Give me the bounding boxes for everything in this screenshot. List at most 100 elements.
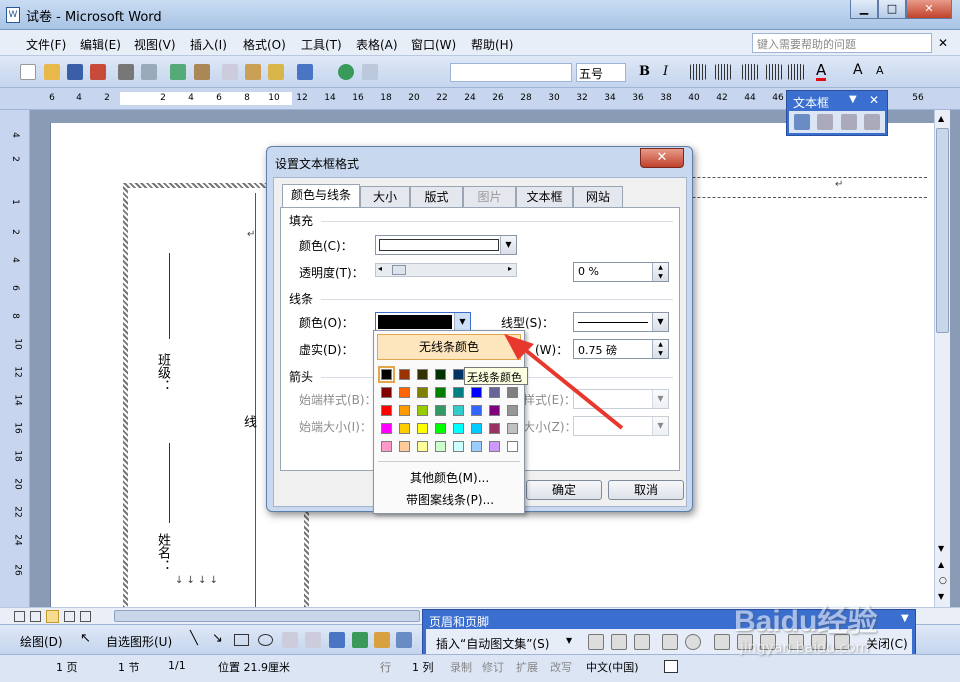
transparency-input[interactable]: 0 % ▲ ▼ (573, 262, 669, 282)
color-swatch[interactable] (378, 366, 395, 383)
color-swatch[interactable] (399, 441, 410, 452)
insert-autotext-button[interactable]: 插入“自动图文集”(S) (436, 635, 549, 652)
color-swatch[interactable] (399, 369, 410, 380)
color-swatch[interactable] (417, 387, 428, 398)
color-swatch[interactable] (381, 405, 392, 416)
scroll-up-icon[interactable]: ▲ (938, 114, 944, 123)
hscroll-thumb[interactable] (114, 610, 420, 622)
color-swatch[interactable] (471, 405, 482, 416)
align-icon[interactable] (690, 64, 706, 80)
distribute-icon[interactable] (715, 64, 731, 80)
toolbar-close-icon[interactable]: ✕ (869, 93, 879, 107)
menu-edit[interactable]: 编辑(E) (80, 36, 121, 53)
menu-view[interactable]: 视图(V) (134, 36, 176, 53)
tab-size[interactable]: 大小 (360, 186, 410, 207)
spelling-status-icon[interactable] (664, 660, 678, 673)
color-swatch[interactable] (471, 387, 482, 398)
vertical-textbox-icon[interactable] (305, 632, 321, 648)
font-size-select[interactable]: 五号 (576, 63, 626, 82)
create-link-icon[interactable] (794, 114, 810, 130)
slider-thumb[interactable] (392, 265, 406, 275)
spin-icon[interactable]: ▲ ▼ (652, 263, 668, 281)
scroll-thumb[interactable] (936, 128, 949, 333)
grow-font-icon[interactable]: A (853, 62, 863, 78)
vertical-ruler[interactable]: 4 2 1 2 4 6 8 10 12 14 16 18 20 22 24 26 (0, 110, 30, 607)
prev-page-icon[interactable]: ▲ (938, 560, 944, 569)
numbering-icon[interactable] (742, 64, 758, 80)
status-trk[interactable]: 修订 (482, 659, 504, 675)
new-icon[interactable] (20, 64, 36, 80)
maximize-button[interactable]: □ (878, 0, 906, 19)
date-icon[interactable] (662, 634, 678, 650)
print-icon[interactable] (118, 64, 134, 80)
autotext-dropdown-icon[interactable]: ▼ (566, 636, 572, 645)
hyperlink-icon[interactable] (338, 64, 354, 80)
spelling-icon[interactable] (170, 64, 186, 80)
menu-format[interactable]: 格式(O) (243, 36, 286, 53)
tab-colors-lines[interactable]: 颜色与线条 (282, 184, 360, 208)
time-icon[interactable] (685, 634, 701, 650)
text-direction-icon[interactable] (864, 114, 880, 130)
line-color-select[interactable]: ▼ (375, 312, 471, 332)
menu-help[interactable]: 帮助(H) (471, 36, 513, 53)
select-browse-object-icon[interactable]: ○ (939, 576, 947, 586)
select-pointer-icon[interactable]: ↖ (80, 631, 91, 646)
undo-icon[interactable] (297, 64, 313, 80)
paste-icon[interactable] (245, 64, 261, 80)
page-count-icon[interactable] (611, 634, 627, 650)
color-swatch[interactable] (435, 369, 446, 380)
color-swatch[interactable] (453, 387, 464, 398)
toolbar-options-icon[interactable]: ▼ (849, 94, 857, 105)
research-icon[interactable] (194, 64, 210, 80)
page-setup-icon[interactable] (714, 634, 730, 650)
hf-options-icon[interactable]: ▼ (901, 613, 909, 624)
picture-icon[interactable] (396, 632, 412, 648)
copy-icon[interactable] (222, 64, 238, 80)
color-swatch[interactable] (453, 369, 464, 380)
color-swatch[interactable] (435, 405, 446, 416)
break-link-icon[interactable] (817, 114, 833, 130)
color-swatch[interactable] (489, 441, 500, 452)
color-swatch[interactable] (381, 387, 392, 398)
status-ext[interactable]: 扩展 (516, 659, 538, 675)
status-ovr[interactable]: 改写 (550, 659, 572, 675)
wordart-icon[interactable] (329, 632, 345, 648)
spin-icon[interactable]: ▲ ▼ (652, 340, 668, 358)
color-swatch[interactable] (417, 441, 428, 452)
autoshapes-menu[interactable]: 自选图形(U) (106, 633, 172, 650)
color-swatch[interactable] (471, 441, 482, 452)
menu-tools[interactable]: 工具(T) (301, 36, 342, 53)
color-swatch[interactable] (399, 405, 410, 416)
minimize-button[interactable]: ▁ (850, 0, 878, 19)
draw-menu[interactable]: 绘图(D) (20, 633, 63, 650)
cancel-button[interactable]: 取消 (608, 480, 684, 500)
menu-insert[interactable]: 插入(I) (190, 36, 227, 53)
ok-button[interactable]: 确定 (526, 480, 602, 500)
color-swatch[interactable] (435, 387, 446, 398)
color-swatch[interactable] (471, 423, 482, 434)
transparency-slider[interactable]: ◂ ▸ (375, 263, 517, 277)
dialog-close-button[interactable]: ✕ (640, 148, 684, 168)
clipart-icon[interactable] (374, 632, 390, 648)
change-direction-icon[interactable] (841, 114, 857, 130)
font-color-icon[interactable]: A (816, 62, 827, 81)
rectangle-icon[interactable] (234, 634, 249, 646)
indent-icon[interactable] (766, 64, 782, 80)
tab-web[interactable]: 网站 (573, 186, 623, 207)
scroll-down-icon[interactable]: ▼ (938, 544, 944, 553)
format-page-number-icon[interactable] (634, 634, 650, 650)
print-preview-icon[interactable] (141, 64, 157, 80)
format-painter-icon[interactable] (268, 64, 284, 80)
web-view-icon[interactable] (30, 611, 41, 622)
vertical-scrollbar[interactable]: ▲ ▼ ▲ ○ ▼ (934, 110, 950, 607)
color-swatch[interactable] (435, 423, 446, 434)
italic-button[interactable]: I (663, 64, 668, 79)
close-document-button[interactable]: ✕ (938, 36, 948, 50)
normal-view-icon[interactable] (14, 611, 25, 622)
menu-table[interactable]: 表格(A) (356, 36, 398, 53)
tab-textbox[interactable]: 文本框 (516, 186, 573, 207)
help-search-input[interactable]: 键入需要帮助的问题 (752, 33, 932, 53)
color-swatch[interactable] (399, 423, 410, 434)
line-icon[interactable]: ╲ (190, 631, 198, 646)
color-swatch[interactable] (399, 387, 410, 398)
